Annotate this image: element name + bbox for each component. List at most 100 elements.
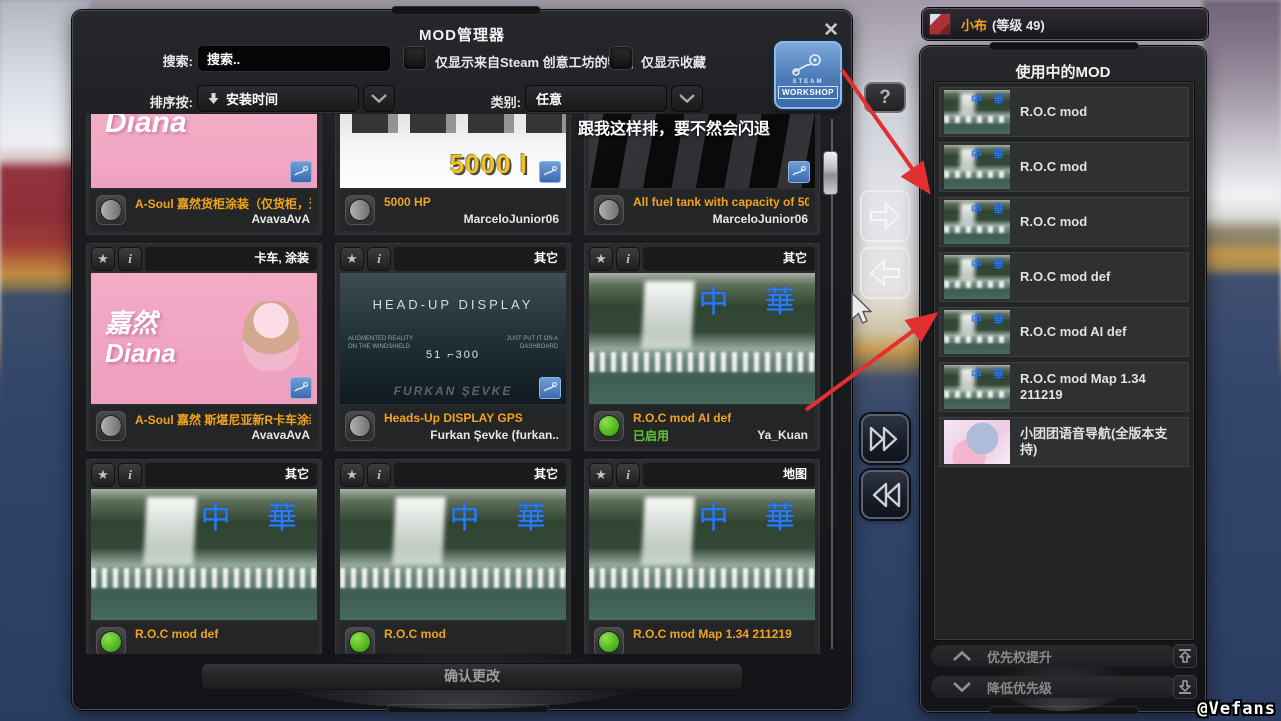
thumbnail-text: 中 華 bbox=[971, 146, 1008, 162]
steam-workshop-badge-icon bbox=[788, 161, 810, 183]
sort-value: 安装时间 bbox=[226, 89, 278, 108]
mod-title: Heads-Up DISPLAY GPS bbox=[384, 411, 560, 425]
mod-enable-toggle[interactable] bbox=[594, 195, 624, 225]
favorite-star-button[interactable]: ★ bbox=[589, 247, 613, 271]
mod-title: 5000 HP bbox=[384, 195, 560, 209]
deactivate-mod-button[interactable] bbox=[860, 247, 910, 299]
mod-info-button[interactable]: i bbox=[367, 247, 391, 271]
active-mod-thumbnail: 中 華 bbox=[944, 255, 1010, 299]
move-to-bottom-button[interactable] bbox=[1173, 675, 1197, 699]
lower-priority-button[interactable]: 降低优先级 bbox=[931, 676, 1177, 698]
active-mod-item[interactable]: 中 華 R.O.C mod def bbox=[939, 252, 1189, 302]
category-value: 任意 bbox=[536, 89, 562, 108]
close-button[interactable]: ✕ bbox=[823, 21, 839, 41]
mod-info-button[interactable]: i bbox=[118, 463, 142, 487]
search-input[interactable] bbox=[197, 45, 391, 72]
sort-dropdown[interactable]: 安装时间 bbox=[197, 85, 359, 112]
favorite-star-button[interactable]: ★ bbox=[340, 247, 364, 271]
mod-info-button[interactable]: i bbox=[616, 247, 640, 271]
mod-category-label: 其它 bbox=[394, 463, 566, 487]
mod-card: ★ i 其它 中 華 R.O.C mod bbox=[335, 459, 571, 654]
mod-meta-bar: A-Soul 嘉然 斯堪尼亚新R卡车涂装（仅卡车.. AvavaAvA bbox=[91, 406, 317, 447]
arrow-to-top-icon bbox=[1177, 648, 1193, 664]
favorite-star-button[interactable]: ★ bbox=[91, 463, 115, 487]
watermark: @Vefans bbox=[1197, 699, 1276, 719]
active-mod-item[interactable]: 中 華 R.O.C mod AI def bbox=[939, 307, 1189, 357]
toggle-knob bbox=[598, 631, 620, 653]
toggle-knob bbox=[100, 199, 122, 221]
favorite-star-button[interactable]: ★ bbox=[340, 463, 364, 487]
star-icon: ★ bbox=[595, 251, 607, 267]
sort-direction-icon bbox=[208, 92, 219, 105]
info-icon: i bbox=[626, 467, 630, 483]
panel-top-notch bbox=[391, 6, 541, 15]
help-button[interactable]: ? bbox=[864, 82, 906, 113]
mod-info-button[interactable]: i bbox=[367, 463, 391, 487]
mod-enable-toggle[interactable] bbox=[96, 411, 126, 441]
favorites-filter-checkbox[interactable] bbox=[609, 46, 633, 70]
mod-enable-toggle[interactable] bbox=[96, 195, 126, 225]
favorite-star-button[interactable]: ★ bbox=[91, 247, 115, 271]
thumbnail-subtext: 51 ⌐300 bbox=[340, 349, 566, 361]
category-dropdown[interactable]: 任意 bbox=[525, 85, 667, 112]
mod-info-button[interactable]: i bbox=[118, 247, 142, 271]
sort-expand-button[interactable] bbox=[363, 85, 395, 112]
active-mods-title: 使用中的MOD bbox=[921, 61, 1205, 82]
mod-info-button[interactable]: i bbox=[616, 463, 640, 487]
info-icon: i bbox=[128, 251, 132, 267]
active-mod-item[interactable]: 中 華 R.O.C mod Map 1.34 211219 bbox=[939, 362, 1189, 412]
mod-card: ★ i 其它 中 華 R.O.C mod def bbox=[86, 459, 322, 654]
raise-priority-button[interactable]: 优先权提升 bbox=[931, 645, 1177, 667]
activate-all-button[interactable] bbox=[861, 414, 909, 463]
active-mod-item[interactable]: 小团团语音导航(全版本支持) bbox=[939, 417, 1189, 467]
steam-workshop-badge-icon bbox=[290, 377, 312, 399]
mod-thumbnail: 中 華 bbox=[589, 489, 815, 620]
grid-scrollbar-thumb[interactable] bbox=[823, 151, 838, 195]
annotation-text: 跟我这样排，要不然会闪退 bbox=[578, 115, 770, 139]
user-badge[interactable]: 小布 (等级 49) bbox=[922, 8, 1208, 40]
star-icon: ★ bbox=[97, 251, 109, 267]
active-mod-item[interactable]: 中 華 R.O.C mod bbox=[939, 142, 1189, 192]
mod-grid-viewport: ★ i Diana A-Soul 嘉然货柜涂装（仅货柜，适用于scs.. Ava… bbox=[86, 114, 820, 654]
mod-enable-toggle[interactable] bbox=[96, 627, 126, 654]
mod-card: ★ i 地图 中 華 R.O.C mod Map 1.34 211219 bbox=[584, 459, 820, 654]
active-mod-thumbnail: 中 華 bbox=[944, 145, 1010, 189]
info-icon: i bbox=[626, 251, 630, 267]
confirm-changes-button[interactable]: 确认更改 bbox=[201, 663, 743, 690]
toggle-knob bbox=[100, 415, 122, 437]
thumbnail-text: 中 華 bbox=[971, 91, 1008, 107]
workshop-filter-checkbox[interactable] bbox=[403, 46, 427, 70]
active-mod-label: R.O.C mod AI def bbox=[1020, 324, 1132, 340]
activate-mod-button[interactable] bbox=[860, 190, 910, 242]
category-expand-button[interactable] bbox=[671, 85, 703, 112]
mod-meta-bar: R.O.C mod AI def 已启用 Ya_Kuan bbox=[589, 406, 815, 447]
favorite-star-button[interactable]: ★ bbox=[589, 463, 613, 487]
deactivate-all-button[interactable] bbox=[861, 470, 909, 519]
mod-enable-toggle[interactable] bbox=[345, 627, 375, 654]
steam-logo-icon bbox=[791, 52, 825, 78]
mod-author: MarceloJunior06 bbox=[464, 212, 559, 226]
mod-author: MarceloJunior06 bbox=[713, 212, 808, 226]
category-label: 类别: bbox=[461, 92, 521, 111]
thumbnail-text: 中 華 bbox=[450, 493, 560, 537]
workshop-button-line2: WORKSHOP bbox=[778, 86, 838, 99]
mod-category-label: 其它 bbox=[643, 247, 815, 271]
move-to-top-button[interactable] bbox=[1173, 644, 1197, 668]
mod-card: ★ i 其它 中 華 R.O.C mod AI def 已启用 Ya_Kuan bbox=[584, 243, 820, 451]
mod-card: ★ i 卡车, 涂装 嘉然 Diana A-Soul 嘉然 斯堪尼亚新R卡车涂装… bbox=[86, 243, 322, 451]
active-mod-thumbnail: 中 華 bbox=[944, 310, 1010, 354]
window-title: MOD管理器 bbox=[73, 24, 851, 45]
mod-card-header: ★ i 卡车, 涂装 bbox=[91, 247, 317, 271]
mod-enable-toggle[interactable] bbox=[594, 627, 624, 654]
mod-enable-toggle[interactable] bbox=[345, 195, 375, 225]
active-mod-item[interactable]: 中 華 R.O.C mod bbox=[939, 87, 1189, 137]
mod-title: R.O.C mod AI def bbox=[633, 411, 809, 425]
mod-enable-toggle[interactable] bbox=[594, 411, 624, 441]
steam-workshop-button[interactable]: STEAM WORKSHOP bbox=[774, 41, 842, 109]
active-mod-label: R.O.C mod Map 1.34 211219 bbox=[1020, 371, 1188, 404]
active-mod-item[interactable]: 中 華 R.O.C mod bbox=[939, 197, 1189, 247]
active-mod-label: R.O.C mod bbox=[1020, 214, 1093, 230]
star-icon: ★ bbox=[97, 467, 109, 483]
mod-enable-toggle[interactable] bbox=[345, 411, 375, 441]
grid-scrollbar-track[interactable] bbox=[831, 119, 833, 649]
